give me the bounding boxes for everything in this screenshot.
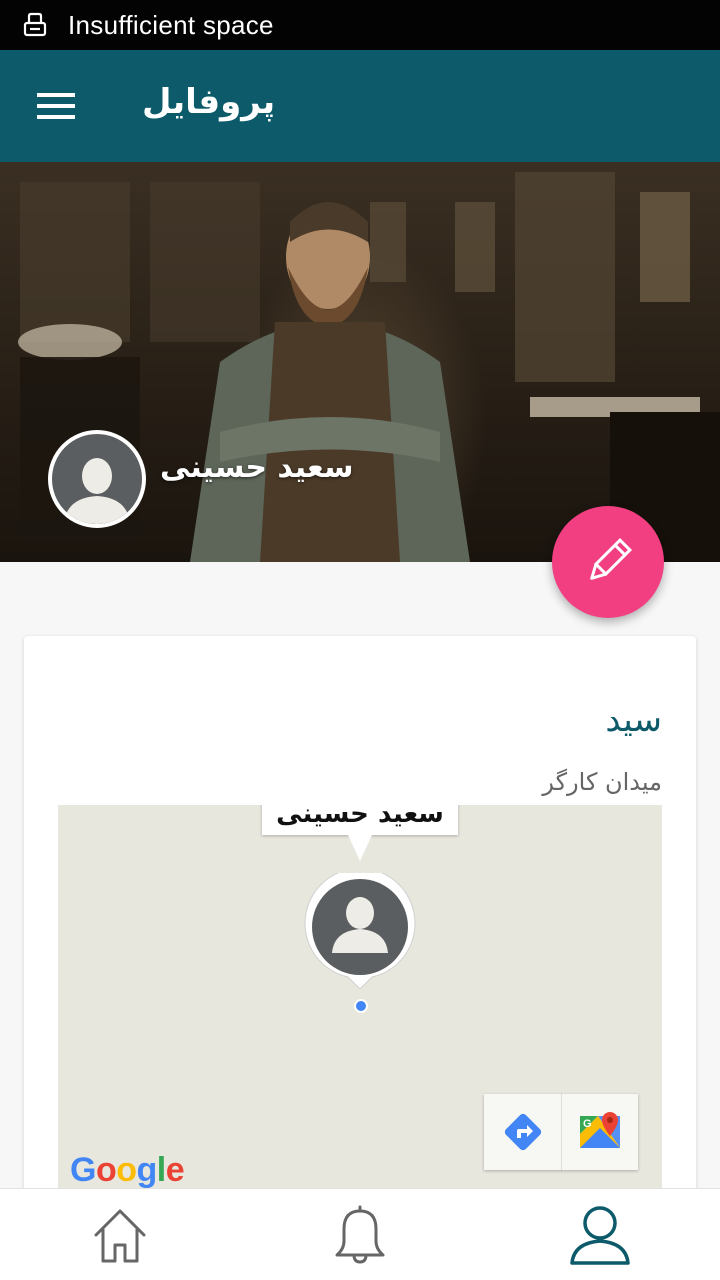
map-view[interactable]: سعید حسینی G Google bbox=[58, 805, 662, 1188]
svg-text:G: G bbox=[583, 1118, 592, 1130]
directions-button[interactable] bbox=[484, 1094, 561, 1170]
toolbar: پروفایل bbox=[0, 50, 720, 162]
storage-warning-icon bbox=[22, 11, 50, 39]
bell-icon bbox=[335, 1205, 385, 1264]
avatar[interactable] bbox=[48, 430, 146, 528]
profile-cover: سعید حسینی bbox=[0, 162, 720, 562]
google-logo-letter: o bbox=[116, 1151, 137, 1188]
google-logo-letter: l bbox=[156, 1151, 166, 1188]
info-window-tail bbox=[348, 835, 372, 861]
status-text: Insufficient space bbox=[68, 9, 274, 40]
map-toolbar: G bbox=[484, 1094, 638, 1170]
hamburger-menu-icon[interactable] bbox=[24, 76, 88, 136]
edit-profile-button[interactable] bbox=[552, 506, 664, 618]
nav-notifications[interactable] bbox=[300, 1195, 420, 1275]
bottom-navigation bbox=[0, 1188, 720, 1280]
page-title: پروفایل bbox=[142, 82, 276, 122]
card-title: سید bbox=[605, 700, 662, 740]
person-icon bbox=[570, 1205, 630, 1265]
default-user-avatar bbox=[64, 458, 130, 524]
map-info-window[interactable]: سعید حسینی bbox=[262, 805, 458, 835]
map-marker-icon[interactable] bbox=[304, 873, 416, 993]
location-dot bbox=[354, 999, 368, 1013]
directions-icon bbox=[504, 1113, 541, 1151]
home-icon bbox=[94, 1209, 146, 1262]
nav-home[interactable] bbox=[60, 1195, 180, 1275]
google-logo: Google bbox=[70, 1151, 185, 1188]
google-logo-letter: g bbox=[136, 1151, 158, 1188]
pencil-edit-icon bbox=[590, 537, 633, 580]
nav-profile[interactable] bbox=[540, 1195, 660, 1275]
open-in-maps-button[interactable]: G bbox=[561, 1094, 638, 1170]
status-bar: Insufficient space bbox=[0, 0, 720, 50]
card-subtitle: میدان کارگر bbox=[542, 768, 662, 796]
profile-name: سعید حسینی bbox=[160, 450, 354, 485]
google-logo-letter: e bbox=[165, 1151, 185, 1188]
google-maps-icon: G bbox=[580, 1112, 620, 1148]
google-logo-letter: o bbox=[95, 1151, 117, 1188]
google-logo-letter: G bbox=[70, 1151, 96, 1188]
